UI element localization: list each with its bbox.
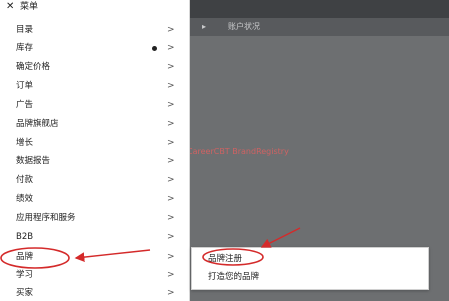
submenu-item-brand-registry[interactable]: 品牌注册 xyxy=(208,254,242,265)
menu-item-brands[interactable]: 品牌 > xyxy=(0,249,190,267)
menu-header: ✕ 菜单 xyxy=(0,0,190,16)
menu-item-inventory[interactable]: 库存 > xyxy=(0,40,190,58)
menu-item-label: 广告 xyxy=(16,100,34,110)
menu-item-label: 买家 xyxy=(16,288,34,298)
chevron-right-icon: > xyxy=(167,232,175,242)
menu-item-buyers[interactable]: 买家 > xyxy=(0,285,190,301)
menu-item-label: 付款 xyxy=(16,175,34,185)
notification-dot-icon xyxy=(152,46,157,51)
chevron-right-icon: > xyxy=(167,213,175,223)
menu-item-label: B2B xyxy=(16,232,34,242)
menu-item-catalog[interactable]: 目录 > xyxy=(0,22,190,40)
menu-item-learn[interactable]: 学习 > xyxy=(0,267,190,285)
chevron-right-icon: > xyxy=(167,156,175,166)
chevron-right-icon: > xyxy=(167,81,175,91)
menu-item-label: 绩效 xyxy=(16,194,34,204)
chevron-right-icon: > xyxy=(167,119,175,129)
menu-item-pricing[interactable]: 确定价格 > xyxy=(0,59,190,77)
menu-item-label: 确定价格 xyxy=(16,62,51,72)
chevron-right-icon: > xyxy=(167,25,175,35)
menu-item-label: 目录 xyxy=(16,25,34,35)
menu-item-label: 订单 xyxy=(16,81,34,91)
app-subnav-item-1: ▸ xyxy=(202,22,207,31)
navigation-menu-drawer: ✕ 菜单 目录 > 库存 > 确定价格 > 订单 > 广告 > 品牌旗舰店 > … xyxy=(0,0,190,301)
menu-item-label: 库存 xyxy=(16,43,34,53)
menu-item-performance[interactable]: 绩效 > xyxy=(0,191,190,209)
close-icon[interactable]: ✕ xyxy=(6,1,14,13)
chevron-right-icon: > xyxy=(167,138,175,148)
menu-item-label: 增长 xyxy=(16,138,34,148)
menu-item-label: 品牌 xyxy=(16,252,34,262)
menu-title: 菜单 xyxy=(20,2,39,12)
submenu-item-build-your-brand[interactable]: 打造您的品牌 xyxy=(208,272,259,283)
chevron-right-icon: > xyxy=(167,62,175,72)
chevron-right-icon: > xyxy=(167,288,175,298)
chevron-right-icon: > xyxy=(167,270,175,280)
chevron-right-icon: > xyxy=(167,252,175,262)
menu-item-advertising[interactable]: 广告 > xyxy=(0,97,190,115)
chevron-right-icon: > xyxy=(167,43,175,53)
menu-item-label: 数据报告 xyxy=(16,156,51,166)
app-sub-navigation: ▸ 账户状况 xyxy=(190,18,449,36)
menu-item-label: 学习 xyxy=(16,270,34,280)
menu-item-label: 品牌旗舰店 xyxy=(16,119,59,129)
menu-item-payments[interactable]: 付款 > xyxy=(0,172,190,190)
menu-item-orders[interactable]: 订单 > xyxy=(0,78,190,96)
menu-item-b2b[interactable]: B2B > xyxy=(0,229,190,247)
brands-submenu: 品牌注册 打造您的品牌 xyxy=(191,247,429,290)
app-subnav-account-health: 账户状况 xyxy=(228,22,260,31)
menu-item-growth[interactable]: 增长 > xyxy=(0,135,190,153)
chevron-right-icon: > xyxy=(167,194,175,204)
app-header-bar xyxy=(190,0,449,18)
menu-item-apps-services[interactable]: 应用程序和服务 > xyxy=(0,210,190,228)
menu-item-brand-stores[interactable]: 品牌旗舰店 > xyxy=(0,116,190,134)
chevron-right-icon: > xyxy=(167,175,175,185)
chevron-right-icon: > xyxy=(167,100,175,110)
menu-item-reports[interactable]: 数据报告 > xyxy=(0,153,190,171)
menu-item-label: 应用程序和服务 xyxy=(16,213,76,223)
